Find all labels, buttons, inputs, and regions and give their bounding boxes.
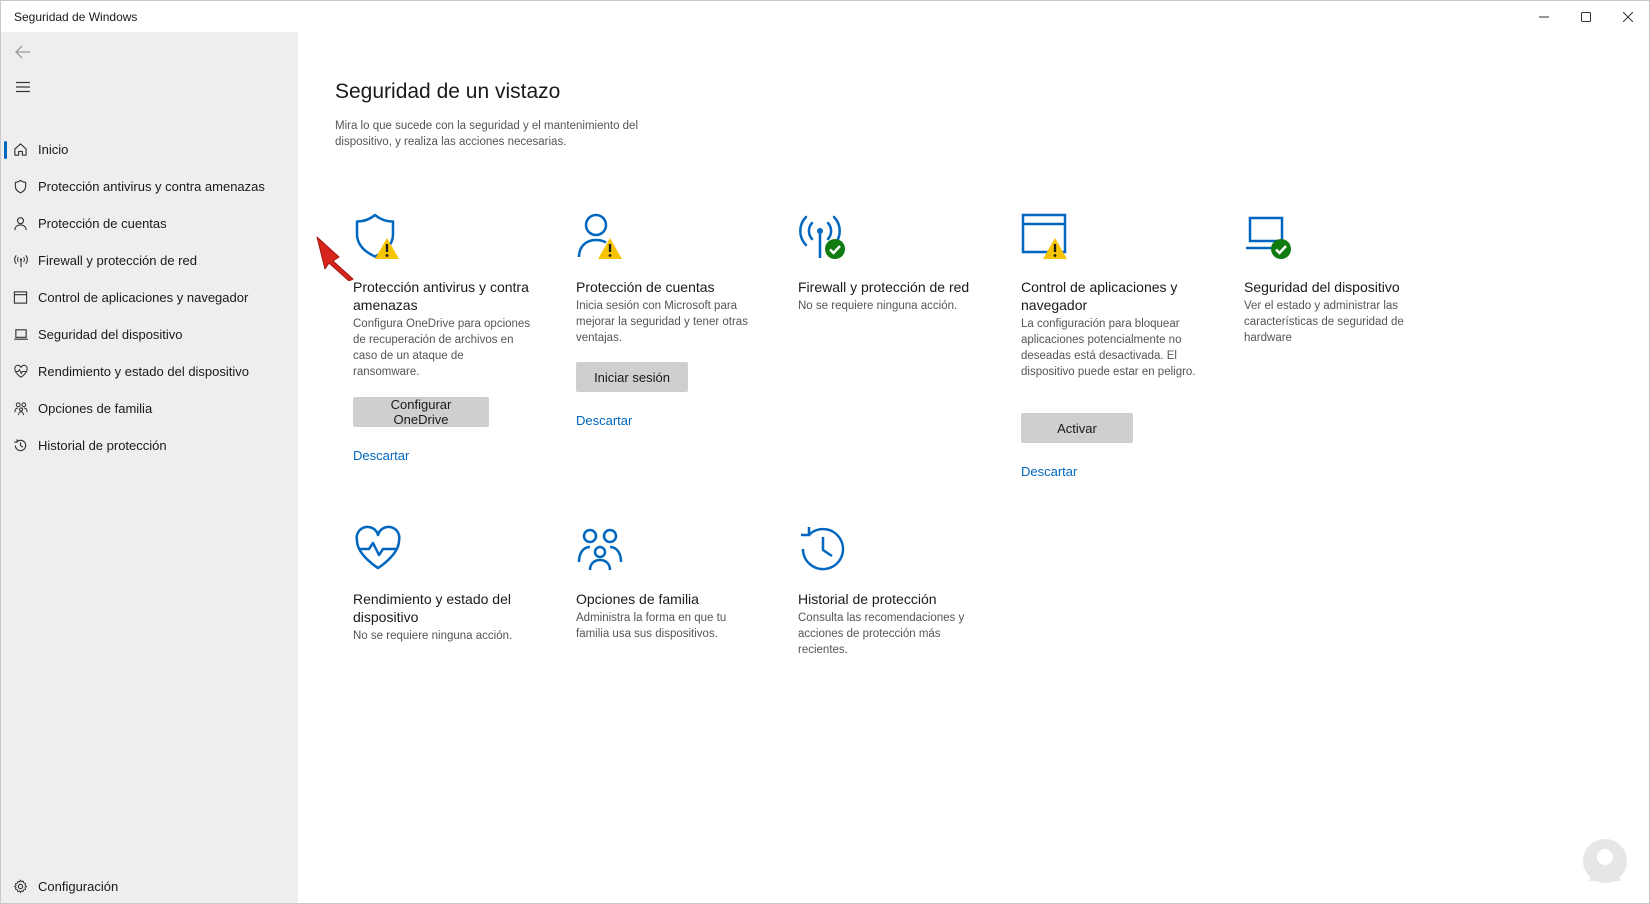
app-window-warning-icon <box>1021 213 1067 259</box>
shield-icon <box>12 178 29 195</box>
dismiss-link[interactable]: Descartar <box>1021 464 1077 479</box>
tile-firewall[interactable]: Firewall y protección de red No se requi… <box>798 212 998 342</box>
shield-warning-icon <box>355 213 399 259</box>
tile-device-health[interactable]: Rendimiento y estado del dispositivo No … <box>353 524 553 644</box>
window-title: Seguridad de Windows <box>14 10 138 24</box>
tile-description: No se requiere ninguna acción. <box>353 630 513 642</box>
tile-title: Control de aplicaciones y navegador <box>1021 279 1178 313</box>
sidebar-item-family-options[interactable]: Opciones de familia <box>1 390 298 427</box>
configure-onedrive-button[interactable]: Configurar OneDrive <box>353 397 489 427</box>
tile-title: Protección antivirus y contra amenazas <box>353 279 529 313</box>
heart-pulse-icon <box>12 363 29 380</box>
tile-family-options[interactable]: Opciones de familia Administra la forma … <box>576 524 776 644</box>
person-warning-icon <box>577 213 622 259</box>
annotation-arrow-icon <box>316 236 354 281</box>
sidebar-item-firewall[interactable]: Firewall y protección de red <box>1 242 298 279</box>
history-icon <box>12 437 29 454</box>
sidebar-item-label: Protección de cuentas <box>38 216 167 231</box>
sidebar-item-settings[interactable]: Configuración <box>1 868 298 903</box>
window-controls <box>1523 1 1649 32</box>
home-icon <box>12 141 29 158</box>
family-icon <box>12 400 29 417</box>
activate-button[interactable]: Activar <box>1021 413 1133 443</box>
tile-title: Firewall y protección de red <box>798 279 970 295</box>
tile-description: Configura OneDrive para opciones de recu… <box>353 318 531 378</box>
sidebar: Inicio Protección antivirus y contra ame… <box>1 32 298 903</box>
tile-title: Rendimiento y estado del dispositivo <box>353 591 511 625</box>
sidebar-item-label: Protección antivirus y contra amenazas <box>38 179 265 194</box>
maximize-button[interactable] <box>1565 1 1607 32</box>
app-window: Seguridad de Windows Inicio Protección a… <box>0 0 1650 904</box>
sidebar-item-label: Inicio <box>38 142 69 157</box>
tile-description: No se requiere ninguna acción. <box>798 300 958 312</box>
sidebar-item-label: Historial de protección <box>38 438 167 453</box>
tile-title: Opciones de familia <box>576 591 699 607</box>
sign-in-button[interactable]: Iniciar sesión <box>576 362 688 392</box>
sidebar-item-label: Control de aplicaciones y navegador <box>38 290 249 305</box>
sidebar-item-label: Opciones de familia <box>38 401 153 416</box>
back-arrow-icon <box>15 45 30 59</box>
sidebar-item-label: Configuración <box>38 879 119 894</box>
minimize-icon <box>1539 16 1549 17</box>
sidebar-item-label: Seguridad del dispositivo <box>38 327 183 342</box>
sidebar-nav: Inicio Protección antivirus y contra ame… <box>1 131 298 464</box>
tile-protection-history[interactable]: Historial de protección Consulta las rec… <box>798 524 998 664</box>
heart-pulse-icon <box>355 525 401 570</box>
tile-virus-protection[interactable]: Protección antivirus y contra amenazas C… <box>353 212 553 472</box>
tile-description: Inicia sesión con Microsoft para mejorar… <box>576 300 748 344</box>
page-description: Mira lo que sucede con la seguridad y el… <box>335 120 639 148</box>
person-icon <box>12 215 29 232</box>
laptop-icon <box>12 326 29 343</box>
sidebar-item-inicio[interactable]: Inicio <box>1 131 298 168</box>
gear-icon <box>12 878 29 895</box>
family-icon <box>577 528 623 571</box>
antenna-ok-icon <box>799 215 845 259</box>
menu-button[interactable] <box>11 75 35 99</box>
antenna-icon <box>12 252 29 269</box>
dismiss-link[interactable]: Descartar <box>353 448 409 463</box>
tile-description: Consulta las recomendaciones y acciones … <box>798 612 965 656</box>
sidebar-item-protection-history[interactable]: Historial de protección <box>1 427 298 464</box>
sidebar-item-account-protection[interactable]: Protección de cuentas <box>1 205 298 242</box>
history-icon <box>801 527 845 571</box>
back-button[interactable] <box>11 40 35 64</box>
watermark-logo <box>1583 839 1627 883</box>
tile-account-protection[interactable]: Protección de cuentas Inicia sesión con … <box>576 212 776 442</box>
title-bar: Seguridad de Windows <box>1 1 1649 32</box>
sidebar-item-label: Rendimiento y estado del dispositivo <box>38 364 250 379</box>
close-button[interactable] <box>1607 1 1649 32</box>
sidebar-item-device-health[interactable]: Rendimiento y estado del dispositivo <box>1 353 298 390</box>
sidebar-item-label: Firewall y protección de red <box>38 253 197 268</box>
minimize-button[interactable] <box>1523 1 1565 32</box>
tile-description: La configuración para bloquear aplicacio… <box>1021 318 1196 378</box>
tile-description: Ver el estado y administrar las caracter… <box>1244 300 1404 344</box>
tile-app-control[interactable]: Control de aplicaciones y navegador La c… <box>1021 212 1221 492</box>
laptop-ok-icon <box>1246 216 1291 259</box>
tile-description: Administra la forma en que tu familia us… <box>576 612 727 640</box>
tile-title: Historial de protección <box>798 591 937 607</box>
sidebar-item-virus-protection[interactable]: Protección antivirus y contra amenazas <box>1 168 298 205</box>
maximize-icon <box>1581 11 1591 22</box>
main-content: Seguridad de un vistazo Mira lo que suce… <box>298 32 1649 903</box>
sidebar-item-device-security[interactable]: Seguridad del dispositivo <box>1 316 298 353</box>
sidebar-item-app-control[interactable]: Control de aplicaciones y navegador <box>1 279 298 316</box>
tile-title: Seguridad del dispositivo <box>1244 279 1400 295</box>
hamburger-icon <box>16 81 30 93</box>
close-icon <box>1623 11 1633 22</box>
tile-device-security[interactable]: Seguridad del dispositivo Ver el estado … <box>1244 212 1444 352</box>
app-window-icon <box>12 289 29 306</box>
tile-title: Protección de cuentas <box>576 279 715 295</box>
dismiss-link[interactable]: Descartar <box>576 413 632 428</box>
page-title: Seguridad de un vistazo <box>335 80 561 103</box>
